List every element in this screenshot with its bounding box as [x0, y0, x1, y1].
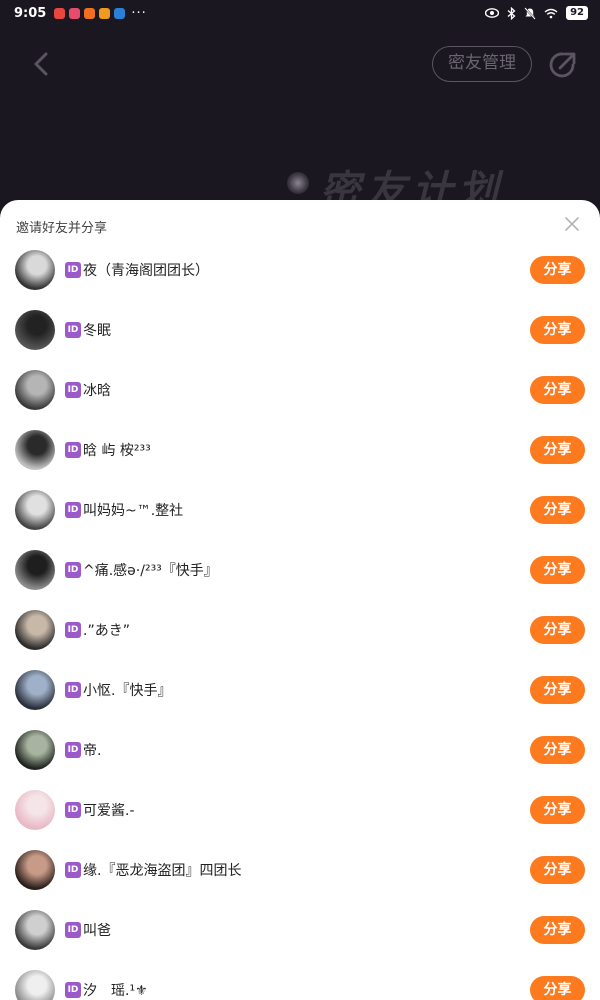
id-badge: ID [65, 562, 81, 578]
friend-name: 小怄.『快手』 [83, 683, 172, 699]
eye-icon [485, 8, 500, 18]
status-bar: 9:05 ··· 92 [0, 0, 600, 26]
bluetooth-icon [507, 6, 516, 20]
share-button[interactable]: 分享 [530, 496, 585, 524]
id-badge: ID [65, 622, 81, 638]
friend-row: ID 小怄.『快手』 分享 [0, 660, 600, 720]
share-arrow-icon [549, 52, 576, 78]
avatar [15, 370, 55, 410]
id-badge: ID [65, 262, 81, 278]
share-button[interactable]: 分享 [530, 856, 585, 884]
friend-row: ID .”あき” 分享 [0, 600, 600, 660]
friend-row: ID 帝. 分享 [0, 720, 600, 780]
id-badge: ID [65, 322, 81, 338]
friend-name: 冰晗 [83, 383, 111, 399]
avatar [15, 790, 55, 830]
status-time: 9:05 [14, 5, 47, 21]
share-button[interactable]: 分享 [530, 376, 585, 404]
friend-name: .”あき” [83, 623, 130, 639]
friend-name: 叫妈妈~™.整社 [83, 503, 184, 519]
friend-name: 冬眠 [83, 323, 111, 339]
avatar [15, 490, 55, 530]
friend-row: ID ^痛.感ə·/²³³『快手』 分享 [0, 540, 600, 600]
avatar [15, 730, 55, 770]
avatar [15, 430, 55, 470]
share-page-button[interactable] [546, 48, 580, 82]
id-badge: ID [65, 802, 81, 818]
friend-row: ID 叫妈妈~™.整社 分享 [0, 480, 600, 540]
notification-app-icon [84, 7, 96, 19]
banner-sparkle [287, 172, 309, 194]
share-button[interactable]: 分享 [530, 916, 585, 944]
share-button[interactable]: 分享 [530, 436, 585, 464]
friend-list: ID 夜（青海阁团团长） 分享 ID 冬眠 分享 ID 冰晗 分享 ID 晗 屿 桉²³³ 分享 ID 叫… [0, 240, 600, 1000]
id-badge: ID [65, 922, 81, 938]
friend-row: ID 冰晗 分享 [0, 360, 600, 420]
friend-row: ID 缘.『恶龙海盗团』四团长 分享 [0, 840, 600, 900]
friend-row: ID 冬眠 分享 [0, 300, 600, 360]
notification-app-icon [99, 7, 111, 19]
id-badge: ID [65, 682, 81, 698]
manage-friends-button[interactable]: 密友管理 [432, 46, 532, 82]
friend-name: 可爱酱.- [83, 803, 135, 819]
battery-indicator: 92 [566, 6, 588, 20]
share-button[interactable]: 分享 [530, 256, 585, 284]
notification-app-icon [54, 7, 66, 19]
avatar [15, 250, 55, 290]
share-button[interactable]: 分享 [530, 736, 585, 764]
friend-name: 缘.『恶龙海盗团』四团长 [83, 863, 242, 879]
avatar [15, 970, 55, 1000]
share-sheet: 邀请好友并分享 ID 夜（青海阁团团长） 分享 ID 冬眠 分享 ID 冰晗 分享 ID 晗 屿 桉… [0, 200, 600, 1000]
more-notifications-icon: ··· [131, 5, 147, 21]
friend-row: ID 汐 瑶.¹⚜ 分享 [0, 960, 600, 1000]
share-button[interactable]: 分享 [530, 976, 585, 1000]
friend-name: 晗 屿 桉²³³ [83, 443, 151, 459]
notification-app-icon [114, 7, 126, 19]
wifi-icon [544, 8, 558, 18]
share-button[interactable]: 分享 [530, 676, 585, 704]
mute-bell-icon [524, 6, 536, 20]
close-button[interactable] [563, 215, 581, 233]
friend-name: 叫爸 [83, 923, 111, 939]
friend-name: 汐 瑶.¹⚜ [83, 983, 148, 999]
friend-row: ID 晗 屿 桉²³³ 分享 [0, 420, 600, 480]
chevron-left-icon [34, 52, 48, 76]
share-button[interactable]: 分享 [530, 556, 585, 584]
share-button[interactable]: 分享 [530, 616, 585, 644]
page-header: 密友管理 [0, 26, 600, 106]
avatar [15, 670, 55, 710]
friend-name: 夜（青海阁团团长） [83, 263, 209, 279]
friend-row: ID 叫爸 分享 [0, 900, 600, 960]
avatar [15, 310, 55, 350]
sheet-title: 邀请好友并分享 [16, 221, 108, 236]
avatar [15, 850, 55, 890]
id-badge: ID [65, 742, 81, 758]
share-button[interactable]: 分享 [530, 316, 585, 344]
back-button[interactable] [26, 48, 58, 80]
friend-row: ID 可爱酱.- 分享 [0, 780, 600, 840]
close-icon [565, 217, 579, 231]
status-bar-right: 92 [485, 6, 588, 20]
friend-name: ^痛.感ə·/²³³『快手』 [83, 563, 218, 579]
id-badge: ID [65, 442, 81, 458]
id-badge: ID [65, 982, 81, 998]
notification-app-icon [69, 7, 81, 19]
avatar [15, 610, 55, 650]
friend-row: ID 夜（青海阁团团长） 分享 [0, 240, 600, 300]
share-button[interactable]: 分享 [530, 796, 585, 824]
avatar [15, 910, 55, 950]
id-badge: ID [65, 862, 81, 878]
id-badge: ID [65, 382, 81, 398]
id-badge: ID [65, 502, 81, 518]
avatar [15, 550, 55, 590]
friend-name: 帝. [83, 743, 102, 759]
status-bar-left: 9:05 ··· [14, 6, 147, 21]
